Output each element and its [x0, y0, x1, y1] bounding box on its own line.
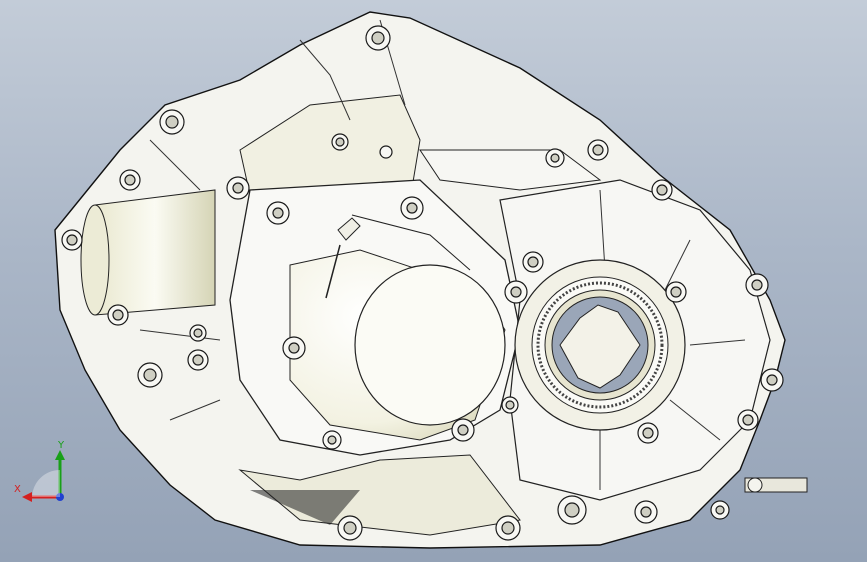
left-cylinder[interactable]	[94, 189, 216, 316]
graphics-viewport[interactable]: X Y	[0, 0, 867, 562]
y-axis-label: Y	[58, 440, 65, 451]
gearbox-model[interactable]	[0, 0, 867, 562]
x-axis-label: X	[14, 484, 21, 495]
coordinate-triad-icon: X Y	[12, 440, 82, 510]
motor-end-cap[interactable]	[354, 264, 506, 426]
